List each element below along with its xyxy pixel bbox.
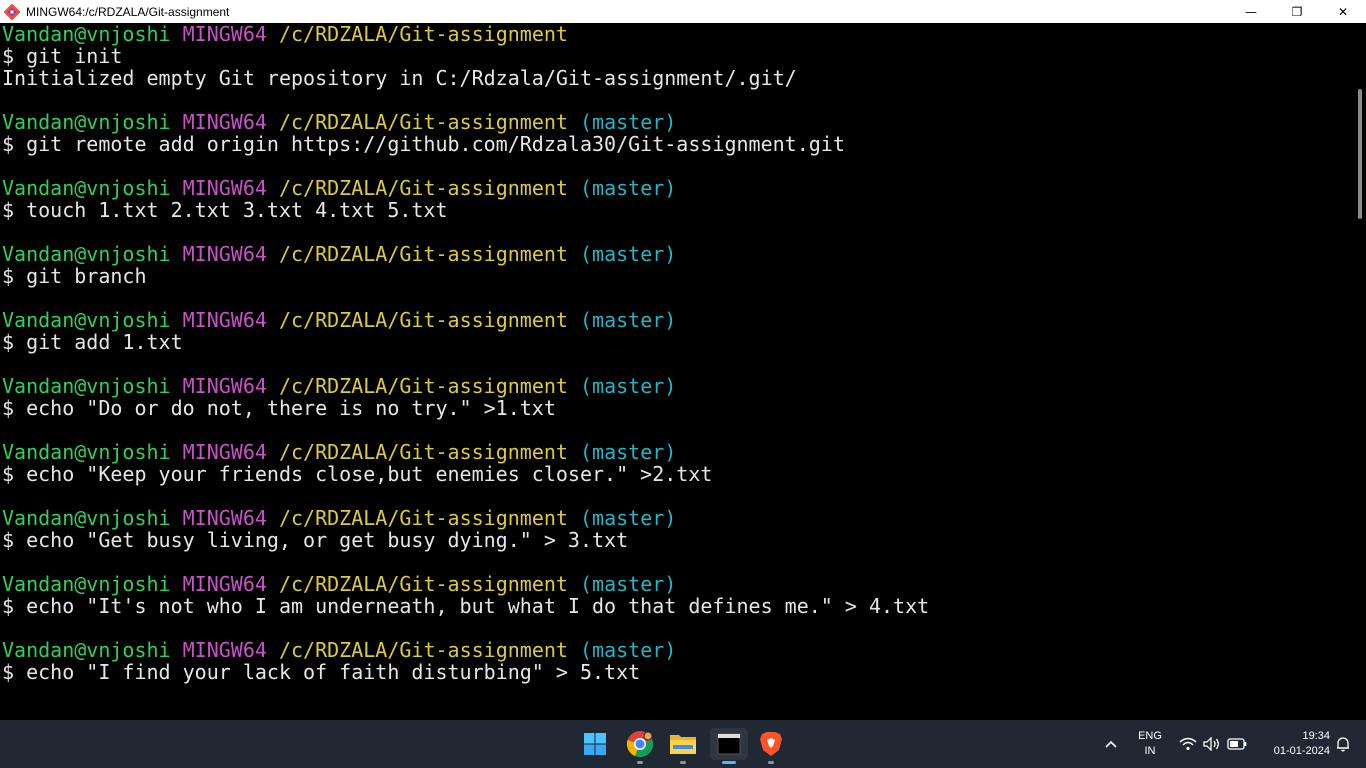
window-title: MINGW64:/c/RDZALA/Git-assignment [26, 4, 230, 19]
clock-time: 19:34 [1302, 730, 1330, 742]
prompt-system: MINGW64 [182, 242, 267, 266]
command-line: $ echo "Keep your friends close,but enem… [2, 462, 713, 486]
language-indicator[interactable]: ENG IN [1134, 729, 1166, 759]
prompt-line: Vandan@vnjoshi MINGW64 /c/RDZALA/Git-ass… [2, 639, 676, 661]
prompt-user: Vandan@vnjoshi [2, 242, 171, 266]
running-indicator [637, 761, 643, 764]
command-line: $ git branch [2, 264, 147, 288]
prompt-branch: (master) [580, 440, 677, 464]
prompt-branch: (master) [580, 638, 677, 662]
prompt-branch: (master) [580, 308, 677, 332]
prompt-branch: (master) [580, 176, 677, 200]
prompt-path: /c/RDZALA/Git-assignment [278, 374, 568, 398]
prompt-path: /c/RDZALA/Git-assignment [278, 572, 568, 596]
running-indicator [722, 761, 736, 764]
scrollbar-thumb[interactable] [1358, 89, 1362, 219]
prompt-user: Vandan@vnjoshi [2, 638, 171, 662]
system-clock[interactable]: 19:34 01-01-2024 [1254, 729, 1330, 759]
close-button[interactable]: ✕ [1320, 0, 1366, 23]
prompt-path: /c/RDZALA/Git-assignment [278, 506, 568, 530]
prompt-system: MINGW64 [182, 506, 267, 530]
minimize-button[interactable]: — [1228, 0, 1274, 23]
prompt-user: Vandan@vnjoshi [2, 572, 171, 596]
prompt-path: /c/RDZALA/Git-assignment [278, 176, 568, 200]
prompt-user: Vandan@vnjoshi [2, 374, 171, 398]
prompt-system: MINGW64 [182, 374, 267, 398]
prompt-path: /c/RDZALA/Git-assignment [278, 110, 568, 134]
terminal-scrollbar[interactable] [1352, 23, 1366, 720]
command-line: $ git init [2, 44, 123, 68]
prompt-line: Vandan@vnjoshi MINGW64 /c/RDZALA/Git-ass… [2, 243, 676, 265]
terminal-icon[interactable] [710, 728, 748, 764]
volume-icon[interactable] [1200, 728, 1224, 760]
brave-icon[interactable] [755, 728, 787, 764]
prompt-user: Vandan@vnjoshi [2, 23, 171, 46]
language-line1: ENG [1138, 730, 1162, 742]
battery-icon[interactable] [1224, 728, 1250, 760]
prompt-user: Vandan@vnjoshi [2, 440, 171, 464]
prompt-system: MINGW64 [182, 176, 267, 200]
git-bash-icon [4, 3, 20, 20]
prompt-branch: (master) [580, 374, 677, 398]
prompt-path: /c/RDZALA/Git-assignment [278, 242, 568, 266]
prompt-path: /c/RDZALA/Git-assignment [278, 23, 568, 46]
prompt-branch: (master) [580, 110, 677, 134]
prompt-line: Vandan@vnjoshi MINGW64 /c/RDZALA/Git-ass… [2, 573, 676, 595]
running-indicator [680, 761, 686, 764]
prompt-branch: (master) [580, 506, 677, 530]
clock-date: 01-01-2024 [1273, 745, 1330, 757]
prompt-line: Vandan@vnjoshi MINGW64 /c/RDZALA/Git-ass… [2, 23, 568, 45]
prompt-path: /c/RDZALA/Git-assignment [278, 440, 568, 464]
taskbar: ENG IN 19:34 01-01-2024 [0, 720, 1366, 768]
notification-bell-icon[interactable] [1330, 728, 1356, 760]
prompt-system: MINGW64 [182, 638, 267, 662]
prompt-line: Vandan@vnjoshi MINGW64 /c/RDZALA/Git-ass… [2, 309, 676, 331]
prompt-system: MINGW64 [182, 572, 267, 596]
command-line: $ touch 1.txt 2.txt 3.txt 4.txt 5.txt [2, 198, 448, 222]
command-line: $ echo "Do or do not, there is no try." … [2, 396, 556, 420]
running-indicator [768, 761, 774, 764]
prompt-branch: (master) [580, 242, 677, 266]
prompt-line: Vandan@vnjoshi MINGW64 /c/RDZALA/Git-ass… [2, 441, 676, 463]
prompt-user: Vandan@vnjoshi [2, 506, 171, 530]
command-line: $ git remote add origin https://github.c… [2, 132, 845, 156]
output-line: Initialized empty Git repository in C:/R… [2, 66, 797, 90]
terminal-output[interactable]: Vandan@vnjoshi MINGW64 /c/RDZALA/Git-ass… [0, 23, 1352, 720]
windows-start-icon[interactable] [579, 728, 611, 760]
maximize-button[interactable]: ❐ [1274, 0, 1320, 23]
chrome-icon[interactable] [624, 728, 656, 764]
command-line: $ echo "It's not who I am underneath, bu… [2, 594, 930, 618]
prompt-user: Vandan@vnjoshi [2, 308, 171, 332]
prompt-path: /c/RDZALA/Git-assignment [278, 638, 568, 662]
prompt-line: Vandan@vnjoshi MINGW64 /c/RDZALA/Git-ass… [2, 375, 676, 397]
prompt-system: MINGW64 [182, 110, 267, 134]
window-titlebar[interactable]: MINGW64:/c/RDZALA/Git-assignment — ❐ ✕ [0, 0, 1366, 23]
wifi-icon[interactable] [1176, 728, 1200, 760]
command-line: $ git add 1.txt [2, 330, 183, 354]
chevron-up-icon[interactable] [1098, 728, 1124, 760]
command-line: $ echo "I find your lack of faith distur… [2, 660, 641, 684]
prompt-line: Vandan@vnjoshi MINGW64 /c/RDZALA/Git-ass… [2, 111, 676, 133]
prompt-line: Vandan@vnjoshi MINGW64 /c/RDZALA/Git-ass… [2, 177, 676, 199]
command-line: $ echo "Get busy living, or get busy dyi… [2, 528, 629, 552]
prompt-system: MINGW64 [182, 23, 267, 46]
prompt-system: MINGW64 [182, 308, 267, 332]
prompt-line: Vandan@vnjoshi MINGW64 /c/RDZALA/Git-ass… [2, 507, 676, 529]
prompt-path: /c/RDZALA/Git-assignment [278, 308, 568, 332]
prompt-user: Vandan@vnjoshi [2, 110, 171, 134]
prompt-branch: (master) [580, 572, 677, 596]
language-line2: IN [1144, 745, 1156, 757]
prompt-system: MINGW64 [182, 440, 267, 464]
file-explorer-icon[interactable] [667, 728, 699, 764]
prompt-user: Vandan@vnjoshi [2, 176, 171, 200]
